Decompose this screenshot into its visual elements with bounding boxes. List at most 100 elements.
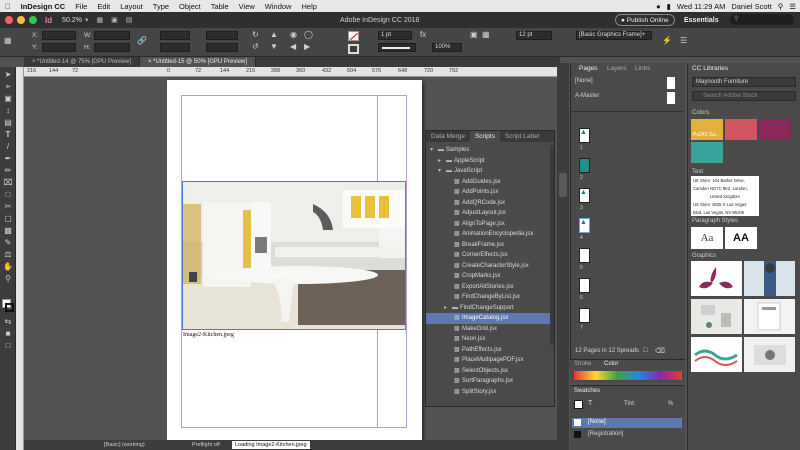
flip-horizontal-icon[interactable]: ▲	[270, 31, 278, 39]
stroke-type-select[interactable]	[378, 43, 416, 52]
script-item[interactable]: ▩ PathEffects.jsx	[426, 345, 554, 356]
color-swatch[interactable]	[759, 119, 791, 140]
rectangle-frame-tool-icon[interactable]: ⌧	[2, 178, 14, 188]
paragraph-style-sample[interactable]: Aa	[691, 227, 723, 249]
colors-section-label[interactable]: Colors	[692, 110, 709, 116]
apply-color-icon[interactable]: ■	[2, 329, 14, 339]
swatches-title[interactable]: Swatches	[574, 388, 600, 394]
swatch-row-registration[interactable]: [Registration]	[588, 431, 623, 437]
graphic-asset[interactable]	[691, 261, 742, 296]
script-item[interactable]: ▩ MakeGrid.jsx	[426, 324, 554, 335]
select-next-icon[interactable]: ▶	[304, 43, 310, 51]
folder-item[interactable]: ▾ ▬ Samples	[426, 145, 554, 156]
page-thumb-6[interactable]	[579, 278, 590, 293]
folder-item[interactable]: ▸ ▬ AppleScript	[426, 156, 554, 167]
object-style-select[interactable]: [Basic Graphics Frame]+	[576, 31, 652, 40]
color-ramp[interactable]	[574, 371, 682, 380]
default-stroke-icon[interactable]	[5, 303, 14, 312]
menu-view[interactable]: View	[234, 2, 260, 11]
view-options-icon[interactable]: ▦	[96, 16, 103, 24]
none-master-thumb[interactable]	[667, 77, 675, 89]
vertical-ruler[interactable]	[16, 67, 24, 450]
note-tool-icon[interactable]: ✎	[2, 238, 14, 248]
h-field[interactable]	[94, 43, 130, 52]
clock-label[interactable]: Wed 11:29 AM	[677, 2, 726, 11]
zoom-level[interactable]: 50.2%	[62, 17, 82, 24]
graphic-asset[interactable]	[744, 299, 795, 334]
script-item[interactable]: ▩ AddQRCode.jsx	[426, 198, 554, 209]
battery-icon[interactable]: ▮	[667, 2, 671, 11]
minimize-window-button[interactable]	[17, 16, 25, 24]
app-menu[interactable]: InDesign CC	[16, 2, 71, 11]
script-item[interactable]: ▩ ExportAllStories.jsx	[426, 282, 554, 293]
folder-item[interactable]: ▸ ▬ FindChangeSupport	[426, 303, 554, 314]
auto-fit-size-field[interactable]: 12 pt	[516, 31, 552, 40]
opacity-field[interactable]: 100%	[432, 43, 462, 52]
y-field[interactable]	[42, 43, 76, 52]
none-master[interactable]: [None]	[575, 78, 593, 84]
script-item[interactable]: ▩ SortParagraphs.jsx	[426, 376, 554, 387]
notification-icon[interactable]: ☰	[789, 2, 796, 11]
paragraph-styles-label[interactable]: Paragraph Styles	[692, 218, 738, 224]
workspace-switcher[interactable]: Essentials	[684, 17, 719, 24]
line-tool-icon[interactable]: /	[2, 142, 14, 152]
spotlight-icon[interactable]: ⚲	[778, 2, 784, 11]
script-item[interactable]: ▩ PlaceMultipagePDF.jsx	[426, 355, 554, 366]
new-page-icon[interactable]: □	[643, 347, 647, 354]
script-item[interactable]: ▩ AddPoints.jsx	[426, 187, 554, 198]
script-item[interactable]: ▩ CropMarks.jsx	[426, 271, 554, 282]
gradient-tool-icon[interactable]: ▩	[2, 226, 14, 236]
menu-file[interactable]: File	[70, 2, 92, 11]
select-content-icon[interactable]: ◯	[304, 31, 313, 39]
script-item[interactable]: ▩ AddGuides.jsx	[426, 177, 554, 188]
apple-icon[interactable]: 	[0, 2, 16, 11]
hand-tool-icon[interactable]: ✋	[2, 262, 14, 272]
stroke-swatch[interactable]	[348, 44, 359, 54]
content-collector-icon[interactable]: ▤	[2, 118, 14, 128]
zoom-window-button[interactable]	[29, 16, 37, 24]
graphics-section-label[interactable]: Graphics	[692, 253, 716, 259]
script-item[interactable]: ▩ AlignToPage.jsx	[426, 219, 554, 230]
script-item[interactable]: ▩ BreakFrame.jsx	[426, 240, 554, 251]
script-item-selected[interactable]: ▩ ImageCatalog.jsx	[426, 313, 554, 324]
chevron-down-icon[interactable]: ▾	[85, 16, 89, 24]
folder-item[interactable]: ▾ ▬ JavaScript	[426, 166, 554, 177]
script-item[interactable]: ▩ AdjustLayout.jsx	[426, 208, 554, 219]
arrange-documents-icon[interactable]: ▤	[126, 16, 133, 24]
script-item[interactable]: ▩ SelectObjects.jsx	[426, 366, 554, 377]
stock-search-input[interactable]: Search Adobe Stock	[692, 91, 796, 101]
text-formatting-icon[interactable]: T	[588, 400, 592, 407]
selection-tool-icon[interactable]: ➤	[2, 70, 14, 80]
script-item[interactable]: ▩ Neon.jsx	[426, 334, 554, 345]
direct-selection-tool-icon[interactable]: ➣	[2, 82, 14, 92]
tab-stroke[interactable]: Stroke	[574, 361, 591, 367]
a-master-thumb[interactable]	[667, 92, 675, 104]
scissors-tool-icon[interactable]: ✂	[2, 202, 14, 212]
script-item[interactable]: ▩ CornerEffects.jsx	[426, 250, 554, 261]
search-input[interactable]: ⚲	[730, 14, 794, 25]
color-swatch[interactable]	[691, 142, 723, 163]
zoom-tool-icon[interactable]: ⚲	[2, 274, 14, 284]
color-swatch[interactable]	[725, 119, 757, 140]
script-item[interactable]: ▩ CreateCharacterStyle.jsx	[426, 261, 554, 272]
scripts-scrollbar[interactable]	[550, 145, 554, 345]
close-window-button[interactable]	[5, 16, 13, 24]
tab-layers[interactable]: Layers	[603, 63, 631, 74]
library-select[interactable]: Maynooth Furniture	[692, 77, 796, 87]
page-thumb-4[interactable]: ▲	[579, 218, 590, 233]
scale-y-field[interactable]	[160, 43, 190, 52]
menu-edit[interactable]: Edit	[92, 2, 115, 11]
page-thumb-2[interactable]	[579, 158, 590, 173]
tab-script-label[interactable]: Script Label	[500, 131, 544, 142]
tab-scripts[interactable]: Scripts	[469, 131, 500, 142]
script-item[interactable]: ▩ SplitStory.jsx	[426, 387, 554, 398]
stroke-weight-field[interactable]: 1 pt	[378, 31, 412, 40]
graphic-asset[interactable]	[691, 299, 742, 334]
graphic-asset[interactable]	[744, 261, 795, 296]
fit-content-icon[interactable]: ▦	[482, 31, 490, 39]
tab-links[interactable]: Links	[631, 63, 654, 74]
color-swatch[interactable]: Pu243 Gu...	[691, 119, 723, 140]
rotation-field[interactable]	[206, 31, 238, 40]
rectangle-tool-icon[interactable]: □	[2, 190, 14, 200]
menu-help[interactable]: Help	[296, 2, 321, 11]
